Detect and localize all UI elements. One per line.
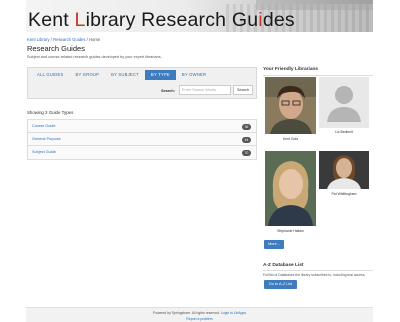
breadcrumb: Kent Library / Research Guides / Home — [27, 37, 100, 42]
list-item[interactable]: Subject Guide 70 — [28, 146, 256, 159]
librarian-name[interactable]: Kent Gola — [265, 137, 316, 141]
breadcrumb-kent-library[interactable]: Kent Library — [27, 37, 50, 42]
footer: Powered by Springshare. All rights reser… — [26, 307, 373, 322]
guide-type-label[interactable]: Subject Guide — [32, 150, 56, 154]
avatar-placeholder-icon[interactable] — [319, 77, 369, 128]
login-link[interactable]: Login to LibApps — [221, 311, 246, 315]
divider — [263, 75, 373, 76]
count-badge: 36 — [242, 123, 251, 130]
page-subtitle: Subject and course-related research guid… — [27, 55, 162, 59]
librarian-photo-3[interactable] — [265, 151, 316, 226]
tab-by-subject[interactable]: BY SUBJECT — [105, 70, 145, 80]
footer-copyright: Powered by Springshare. All rights reser… — [152, 311, 221, 315]
librarian-name[interactable]: Pat Whittingham — [319, 192, 369, 196]
guide-tabs: ALL GUIDES BY GROUP BY SUBJECT BY TYPE B… — [31, 70, 212, 80]
count-badge: 44 — [242, 136, 251, 143]
breadcrumb-separator: / — [86, 37, 88, 42]
tab-by-owner[interactable]: BY OWNER — [176, 70, 212, 80]
guide-type-label[interactable]: General Purpose — [32, 137, 61, 141]
site-title[interactable]: Kent Library Research Guides — [28, 9, 295, 32]
search-label: Search: — [161, 89, 175, 93]
count-badge: 70 — [242, 149, 251, 156]
header-banner: Kent Library Research Guides — [26, 0, 373, 32]
more-librarians-button[interactable]: More... — [264, 240, 284, 249]
breadcrumb-home: Home — [88, 37, 101, 42]
footer-line: Powered by Springshare. All rights reser… — [26, 311, 373, 315]
librarian-photo-1[interactable] — [265, 77, 316, 134]
guide-filter-panel: ALL GUIDES BY GROUP BY SUBJECT BY TYPE B… — [27, 67, 257, 99]
list-item[interactable]: General Purpose 44 — [28, 133, 256, 146]
divider — [263, 270, 373, 271]
az-list-button[interactable]: Go to A-Z List — [264, 280, 297, 289]
breadcrumb-research-guides[interactable]: Research Guides — [53, 37, 85, 42]
search-button[interactable]: Search — [233, 85, 253, 95]
results-count: Showing 3 Guide Types — [27, 110, 74, 115]
librarian-name[interactable]: Liz Bedinelt — [319, 130, 369, 134]
tab-by-type[interactable]: BY TYPE — [144, 70, 176, 80]
az-heading: A-Z Database List — [263, 263, 304, 268]
tab-all-guides[interactable]: ALL GUIDES — [31, 70, 70, 80]
guide-type-list: Course Guide 36 General Purpose 44 Subje… — [27, 119, 257, 160]
list-item[interactable]: Course Guide 36 — [28, 120, 256, 133]
search-input[interactable] — [179, 85, 231, 95]
librarians-heading: Your Friendly Librarians — [263, 67, 319, 72]
tab-by-group[interactable]: BY GROUP — [70, 70, 106, 80]
guide-type-label[interactable]: Course Guide — [32, 124, 55, 128]
page-title: Research Guides — [27, 44, 85, 53]
librarian-photo-4[interactable] — [319, 151, 369, 189]
az-description: Full list of Databases the library subsc… — [263, 273, 366, 277]
librarian-name[interactable]: Stephanie Hallam — [265, 229, 316, 233]
report-problem-link[interactable]: Report a problem — [26, 317, 373, 321]
breadcrumb-separator: / — [50, 37, 52, 42]
